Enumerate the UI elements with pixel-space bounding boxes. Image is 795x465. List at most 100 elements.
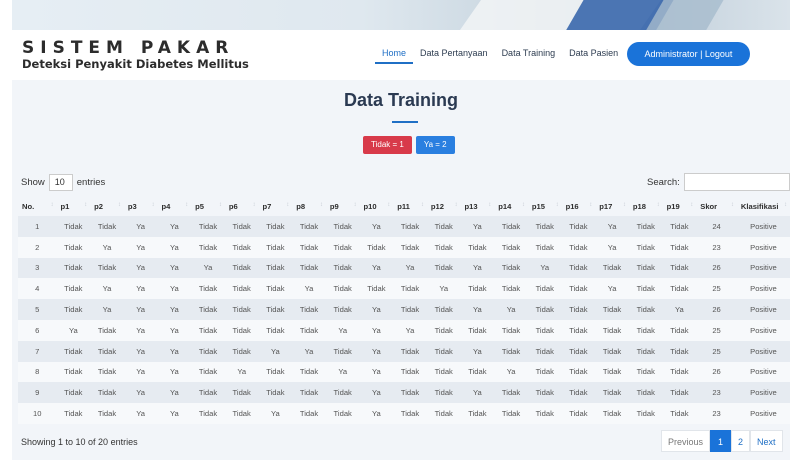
nav-home[interactable]: Home: [375, 46, 414, 64]
table-cell: Ya: [157, 299, 192, 320]
table-cell: Ya: [460, 340, 495, 362]
column-header-p18[interactable]: p18 ↕: [628, 196, 663, 216]
column-header-p3[interactable]: p3 ↕: [123, 196, 158, 216]
table-cell: Tidak: [595, 319, 629, 341]
column-header-p9[interactable]: p9 ↕: [325, 196, 360, 216]
table-cell: Tidak: [258, 361, 293, 383]
table-cell: Tidak: [258, 216, 293, 237]
table-cell: Tidak: [561, 340, 596, 362]
table-cell: Tidak: [56, 278, 91, 300]
column-header-p11[interactable]: p11 ↕: [393, 196, 427, 216]
table-cell: Tidak: [595, 299, 629, 320]
previous-page-button[interactable]: Previous: [661, 430, 711, 452]
table-cell: Ya: [56, 319, 91, 341]
column-header-p7[interactable]: p7 ↕: [258, 196, 293, 216]
table-cell: Tidak: [224, 257, 259, 279]
column-header-p6[interactable]: p6 ↕: [224, 196, 259, 216]
table-cell: Tidak: [191, 299, 225, 320]
table-cell: Tidak: [393, 340, 427, 362]
admin-logout-button[interactable]: Administrator | Logout: [627, 42, 750, 66]
column-header-p10[interactable]: p10 ↕: [359, 196, 394, 216]
table-cell: Ya: [494, 361, 528, 383]
nav-data-pertanyaan[interactable]: Data Pertanyaan: [413, 46, 495, 64]
table-cell: 2: [18, 236, 57, 258]
page-2-button[interactable]: 2: [731, 430, 751, 452]
table-cell: Tidak: [628, 236, 663, 258]
column-header-p5[interactable]: p5 ↕: [191, 196, 225, 216]
table-cell: Tidak: [595, 257, 629, 279]
table-cell: Tidak: [662, 319, 697, 341]
table-cell: Ya: [258, 403, 293, 424]
column-header-p2[interactable]: p2 ↕: [90, 196, 124, 216]
site-header: SISTEM PAKAR Deteksi Penyakit Diabetes M…: [12, 30, 790, 80]
table-cell: Tidak: [393, 299, 427, 320]
sort-icon: ↕: [622, 202, 626, 208]
column-header-skor[interactable]: Skor ↕: [696, 196, 737, 216]
column-header-p1[interactable]: p1 ↕: [56, 196, 91, 216]
training-table: No. ↕ p1 ↕ p2 ↕ p3 ↕ p4 ↕ p5 ↕ p6 ↕ p7 ↕ p8 ↕ p9 ↕ p10 ↕ p11 ↕ p…: [18, 196, 790, 424]
table-cell: 25: [696, 278, 737, 300]
table-cell: Ya: [157, 382, 192, 404]
table-cell: Tidak: [292, 299, 326, 320]
column-header-p17[interactable]: p17 ↕: [595, 196, 629, 216]
search-input[interactable]: [683, 173, 790, 191]
column-header-p15[interactable]: p15 ↕: [527, 196, 562, 216]
column-header-label: p1: [60, 201, 70, 211]
sort-icon: ↕: [117, 202, 121, 208]
table-cell: Tidak: [191, 216, 225, 237]
table-cell: Ya: [460, 216, 495, 237]
column-header-klasifikasi[interactable]: Klasifikasi ↕: [736, 196, 790, 216]
table-cell: Tidak: [561, 382, 596, 404]
nav-data-training[interactable]: Data Training: [495, 46, 563, 64]
column-header-no[interactable]: No. ↕: [18, 196, 57, 216]
table-cell: Ya: [359, 319, 394, 341]
table-cell: Positive: [736, 216, 790, 237]
column-header-p19[interactable]: p19 ↕: [662, 196, 697, 216]
table-cell: Tidak: [191, 278, 225, 300]
table-cell: Tidak: [426, 319, 461, 341]
sort-icon: ↕: [353, 202, 357, 208]
table-cell: 23: [696, 236, 737, 258]
table-cell: Tidak: [494, 216, 528, 237]
table-cell: Tidak: [426, 257, 461, 279]
entries-select[interactable]: 10: [48, 174, 73, 191]
column-header-p8[interactable]: p8 ↕: [292, 196, 326, 216]
table-row: 8 Tidak Tidak Ya Ya Tidak Ya Tidak Tidak Ya Ya Tida…: [18, 361, 790, 383]
column-header-label: p8: [296, 201, 306, 211]
column-header-p13[interactable]: p13 ↕: [460, 196, 495, 216]
table-cell: Ya: [359, 257, 394, 279]
table-cell: Ya: [157, 216, 192, 237]
table-cell: Ya: [359, 299, 394, 320]
table-cell: Ya: [157, 403, 192, 424]
table-cell: Tidak: [224, 382, 259, 404]
table-cell: Tidak: [191, 319, 225, 341]
table-cell: Ya: [393, 319, 427, 341]
column-header-p16[interactable]: p16 ↕: [561, 196, 596, 216]
column-header-p12[interactable]: p12 ↕: [426, 196, 461, 216]
table-cell: Tidak: [90, 382, 124, 404]
table-cell: Tidak: [90, 403, 124, 424]
column-header-p4[interactable]: p4 ↕: [157, 196, 192, 216]
table-cell: Ya: [460, 299, 495, 320]
column-header-label: p13: [464, 201, 478, 211]
table-cell: Ya: [224, 361, 259, 383]
column-header-label: p16: [565, 201, 579, 211]
nav-data-pasien[interactable]: Data Pasien: [562, 46, 625, 64]
table-cell: Tidak: [527, 236, 562, 258]
table-cell: Tidak: [494, 278, 528, 300]
sort-icon: ↕: [454, 202, 458, 208]
table-cell: Tidak: [292, 403, 326, 424]
column-header-p14[interactable]: p14 ↕: [494, 196, 528, 216]
table-cell: Ya: [123, 403, 158, 424]
table-cell: Tidak: [393, 236, 427, 258]
table-cell: 3: [18, 257, 57, 279]
table-cell: Tidak: [527, 361, 562, 383]
table-cell: 4: [18, 278, 57, 300]
table-cell: Tidak: [662, 361, 697, 383]
page-1-button[interactable]: 1: [710, 430, 732, 452]
table-cell: Tidak: [325, 382, 360, 404]
column-header-label: No.: [22, 201, 35, 211]
sort-icon: ↕: [185, 202, 189, 208]
next-page-button[interactable]: Next: [750, 430, 783, 452]
table-cell: Ya: [123, 216, 158, 237]
